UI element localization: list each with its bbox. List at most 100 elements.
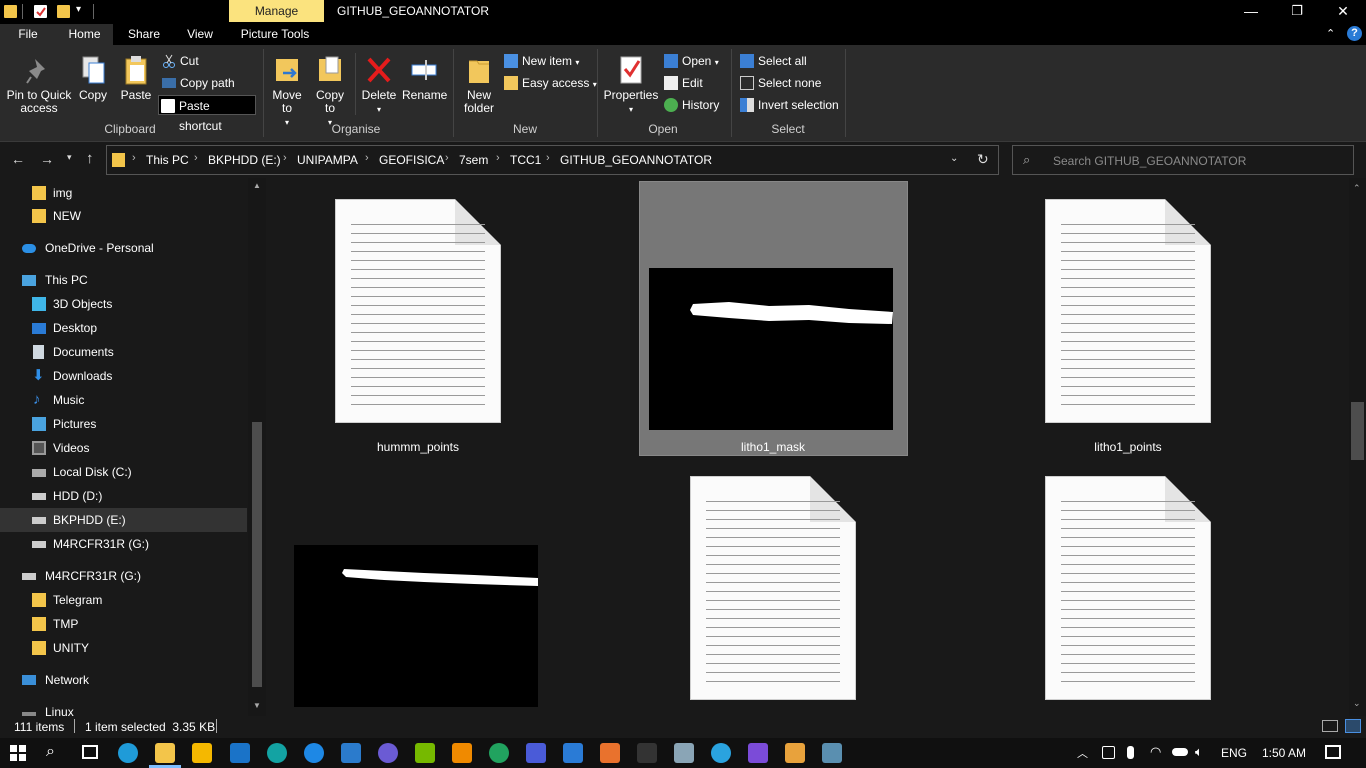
mail-icon[interactable]: [230, 743, 250, 763]
nav-item-music[interactable]: ♪ Music: [32, 388, 84, 412]
scroll-up-icon[interactable]: ⌃: [1353, 183, 1361, 194]
nav-item-network[interactable]: Network: [22, 668, 89, 692]
chevron-up-icon[interactable]: ︿: [1077, 745, 1088, 761]
file-thumbnail-hummm-points[interactable]: [335, 199, 501, 423]
app-icon[interactable]: [748, 743, 768, 763]
nav-item-desktop[interactable]: Desktop: [32, 316, 97, 340]
breadcrumb-7sem[interactable]: 7sem: [459, 153, 488, 167]
notifications-icon[interactable]: [1325, 745, 1341, 759]
edge-browser-icon[interactable]: [118, 743, 138, 763]
copy-to-button[interactable]: Copy to ▾: [311, 55, 349, 129]
language-indicator[interactable]: ENG: [1221, 746, 1247, 760]
address-bar[interactable]: › This PC › BKPHDD (E:) › UNIPAMPA › GEO…: [106, 145, 999, 175]
breadcrumb-bkphdd[interactable]: BKPHDD (E:): [208, 153, 281, 167]
select-none-button[interactable]: Select none: [738, 73, 821, 93]
large-icons-view-icon[interactable]: [1345, 719, 1361, 733]
copy-path-button[interactable]: Copy path: [160, 73, 235, 93]
chevron-right-icon[interactable]: ›: [445, 152, 449, 164]
scroll-down-icon[interactable]: ▼: [253, 701, 261, 710]
pin-to-quick-access-button[interactable]: Pin to Quick access: [4, 55, 74, 115]
app-icon[interactable]: [378, 743, 398, 763]
file-thumbnail[interactable]: [1045, 476, 1211, 700]
paste-button[interactable]: Paste: [116, 55, 156, 102]
file-thumbnail-litho1-points[interactable]: [1045, 199, 1211, 423]
notepad-icon[interactable]: [674, 743, 694, 763]
breadcrumb-this-pc[interactable]: This PC: [146, 153, 189, 167]
nav-item-telegram[interactable]: Telegram: [32, 588, 102, 612]
nav-item-bkphdd-e[interactable]: BKPHDD (E:): [32, 508, 126, 532]
tab-view[interactable]: View: [177, 24, 223, 45]
vlc-icon[interactable]: [452, 743, 472, 763]
firefox-icon[interactable]: [304, 743, 324, 763]
start-windows-icon[interactable]: [10, 745, 26, 761]
qat-customize-icon[interactable]: ▾: [76, 4, 81, 15]
chevron-right-icon[interactable]: ›: [496, 152, 500, 164]
manage-context-tab[interactable]: Manage: [229, 0, 324, 22]
edit-button[interactable]: Edit: [662, 73, 703, 93]
close-button[interactable]: ✕: [1320, 0, 1366, 24]
tab-home[interactable]: Home: [56, 24, 113, 45]
nav-item-hdd-d[interactable]: HDD (D:): [32, 484, 102, 508]
new-item-button[interactable]: New item ▾: [502, 51, 579, 71]
collapse-ribbon-icon[interactable]: ⌃: [1326, 27, 1335, 40]
tab-file[interactable]: File: [0, 24, 56, 45]
nav-item-onedrive[interactable]: OneDrive - Personal: [22, 236, 154, 260]
file-thumbnail[interactable]: [690, 476, 856, 700]
nav-item-unity[interactable]: UNITY: [32, 636, 89, 660]
open-button[interactable]: Open ▾: [662, 51, 719, 71]
chevron-right-icon[interactable]: ›: [194, 152, 198, 164]
help-icon[interactable]: ?: [1347, 26, 1362, 41]
chevron-right-icon[interactable]: ›: [546, 152, 550, 164]
easy-access-button[interactable]: Easy access ▾: [502, 73, 597, 93]
nvidia-icon[interactable]: [415, 743, 435, 763]
tab-picture-tools[interactable]: Picture Tools: [232, 24, 318, 45]
cut-button[interactable]: Cut: [160, 51, 199, 71]
headset-icon[interactable]: [489, 743, 509, 763]
nav-item-documents[interactable]: Documents: [32, 340, 114, 364]
refresh-icon[interactable]: ↻: [977, 151, 989, 168]
edge-dev-icon[interactable]: [267, 743, 287, 763]
nav-item-linux[interactable]: Linux: [22, 700, 74, 716]
search-icon[interactable]: ⌕: [46, 743, 55, 761]
app-icon[interactable]: [637, 743, 657, 763]
nav-item-downloads[interactable]: ⬇ Downloads: [32, 364, 112, 388]
move-to-button[interactable]: Move to ▾: [268, 55, 306, 129]
clock[interactable]: 1:50 AM: [1262, 746, 1306, 760]
scroll-down-icon[interactable]: ⌄: [1353, 698, 1361, 709]
new-folder-button[interactable]: New folder: [459, 55, 499, 115]
nav-item-videos[interactable]: Videos: [32, 436, 89, 460]
address-dropdown-icon[interactable]: ⌄: [950, 153, 958, 164]
properties-qat-icon[interactable]: [34, 5, 47, 18]
nav-scroll-thumb[interactable]: [252, 422, 262, 687]
back-icon[interactable]: ←: [11, 151, 25, 167]
forward-icon[interactable]: →: [40, 151, 54, 167]
nav-item-m4rcfr31r-g[interactable]: M4RCFR31R (G:): [32, 532, 149, 556]
volume-icon[interactable]: 🔈︎: [1195, 744, 1203, 760]
tab-share[interactable]: Share: [121, 24, 167, 45]
chevron-right-icon[interactable]: ›: [283, 152, 287, 164]
new-folder-qat-icon[interactable]: [57, 5, 70, 18]
nav-scrollbar[interactable]: ▲ ▼: [248, 178, 266, 716]
copy-button[interactable]: Copy: [76, 55, 110, 102]
chevron-right-icon[interactable]: ›: [132, 152, 136, 164]
file-name-litho1-mask[interactable]: litho1_mask: [643, 440, 903, 454]
up-icon[interactable]: ↑: [86, 150, 94, 167]
todo-icon[interactable]: [563, 743, 583, 763]
nav-item-m4rcfr31r-g-root[interactable]: M4RCFR31R (G:): [22, 564, 141, 588]
nav-item-tmp[interactable]: TMP: [32, 612, 78, 636]
meet-now-icon[interactable]: [1102, 746, 1115, 759]
restore-button[interactable]: ❐: [1274, 0, 1320, 24]
file-view-scrollbar[interactable]: ⌃ ⌄: [1349, 178, 1366, 716]
image-thumbnail[interactable]: [294, 545, 538, 707]
task-view-icon[interactable]: [82, 745, 98, 759]
breadcrumb-geofisica[interactable]: GEOFISICA: [379, 153, 444, 167]
word-icon[interactable]: [526, 743, 546, 763]
paste-shortcut-button[interactable]: Paste shortcut: [158, 95, 256, 133]
image-thumbnail-litho1-mask[interactable]: [649, 268, 893, 430]
app-icon[interactable]: [785, 743, 805, 763]
file-view-scroll-thumb[interactable]: [1351, 402, 1364, 460]
details-view-icon[interactable]: [1322, 720, 1338, 732]
breadcrumb-github-geoannotator[interactable]: GITHUB_GEOANNOTATOR: [560, 153, 712, 167]
history-button[interactable]: History: [662, 95, 719, 115]
scroll-up-icon[interactable]: ▲: [253, 181, 261, 190]
